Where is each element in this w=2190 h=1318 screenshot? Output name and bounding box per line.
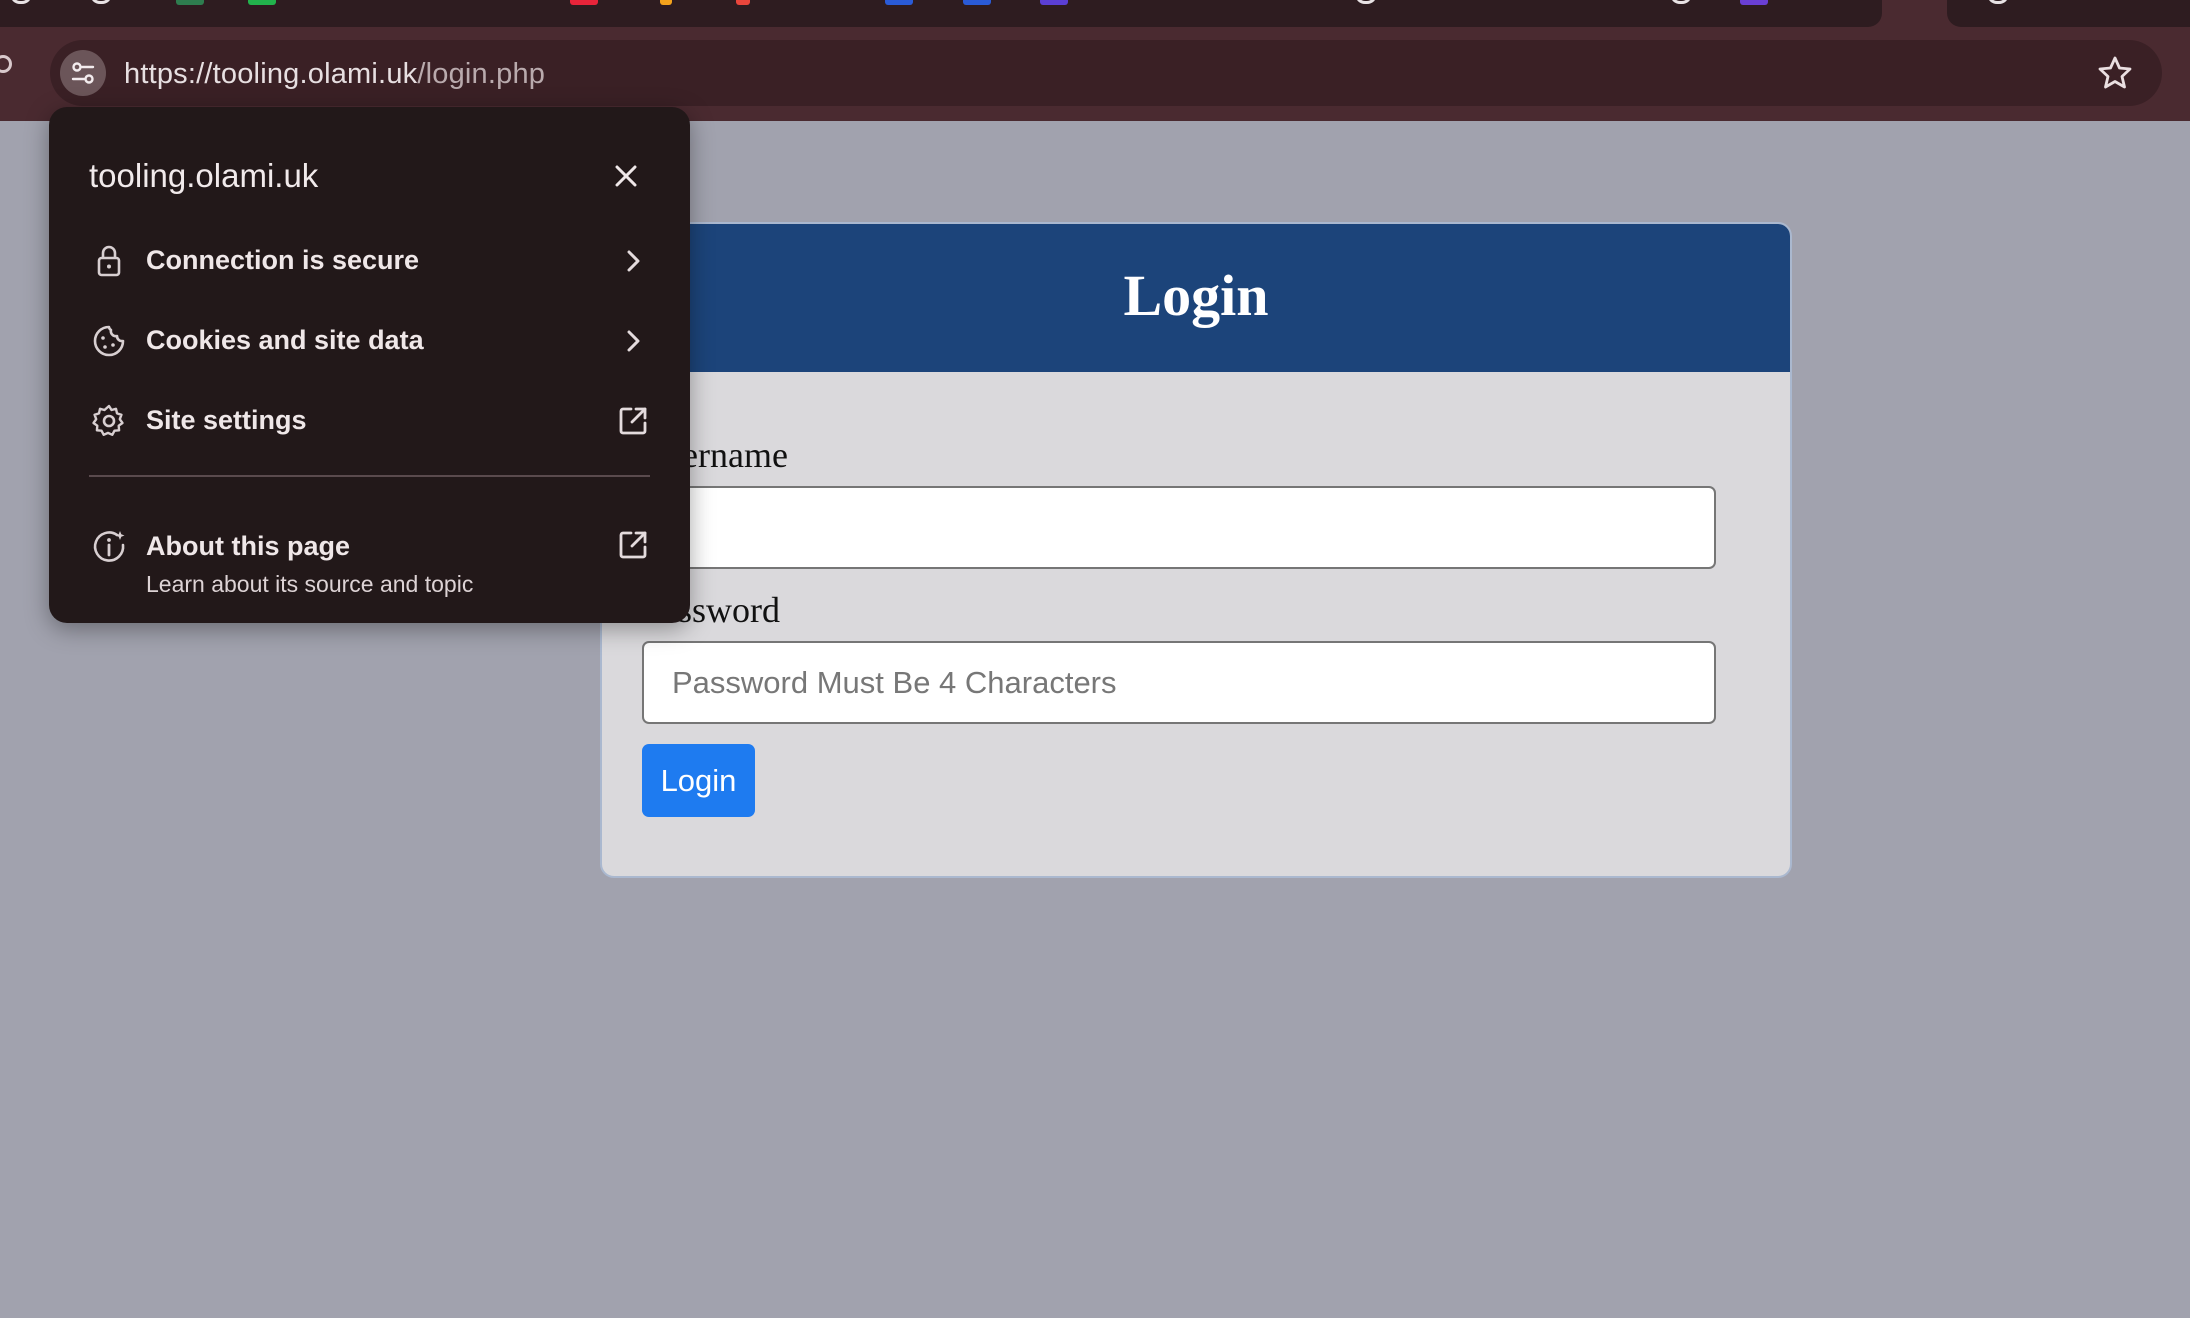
connection-secure-label: Connection is secure	[146, 245, 420, 275]
tab-strip-main	[0, 0, 1882, 27]
tab-favicon-icon[interactable]	[90, 0, 112, 4]
tune-icon	[71, 62, 95, 84]
url-path: /login.php	[417, 58, 546, 90]
login-button[interactable]: Login	[642, 744, 755, 817]
about-this-page-row[interactable]: About this page Learn about its source a…	[49, 509, 690, 609]
address-bar[interactable]: https://tooling.olami.uk/login.php	[50, 40, 2162, 106]
login-title: Login	[1123, 263, 1269, 328]
tab-strip-right	[1947, 0, 2190, 27]
cookie-icon	[93, 325, 125, 357]
reload-icon[interactable]	[0, 55, 12, 73]
tab-favicon-icon[interactable]	[1987, 0, 2009, 4]
gear-icon	[92, 404, 124, 436]
tab-favicon-icon[interactable]	[176, 0, 204, 5]
tab-favicon-icon[interactable]	[660, 0, 672, 5]
bookmark-star-icon[interactable]	[2096, 54, 2134, 92]
popup-domain: tooling.olami.uk	[89, 157, 319, 194]
url-text[interactable]: https://tooling.olami.uk/login.php	[124, 58, 545, 91]
tab-favicon-icon[interactable]	[885, 0, 913, 5]
tab-favicon-icon[interactable]	[1740, 0, 1768, 5]
about-this-page-label: About this page	[146, 531, 350, 561]
tab-favicon-icon[interactable]	[570, 0, 598, 5]
external-link-icon	[619, 407, 647, 435]
tab-favicon-icon[interactable]	[963, 0, 991, 5]
tab-favicon-icon[interactable]	[10, 0, 32, 4]
tab-favicon-icon[interactable]	[248, 0, 276, 5]
tab-strip	[0, 0, 2190, 27]
tab-favicon-icon[interactable]	[1670, 0, 1692, 4]
tab-favicon-icon[interactable]	[736, 0, 750, 5]
url-host: https://tooling.olami.uk	[124, 58, 418, 90]
password-input[interactable]	[642, 641, 1716, 724]
external-link-icon	[619, 531, 647, 559]
cookies-site-data-label: Cookies and site data	[146, 325, 424, 355]
chevron-right-icon	[627, 330, 640, 352]
site-settings-row[interactable]: Site settings	[49, 381, 690, 459]
username-input[interactable]	[642, 486, 1716, 569]
connection-secure-row[interactable]: Connection is secure	[49, 221, 690, 299]
tab-favicon-icon[interactable]	[1355, 0, 1377, 4]
close-icon[interactable]	[611, 161, 641, 191]
login-card: Login Username Password Login	[600, 222, 1792, 878]
lock-icon	[97, 245, 121, 277]
site-settings-label: Site settings	[146, 405, 307, 435]
tab-favicon-icon[interactable]	[1040, 0, 1068, 5]
popup-divider	[89, 475, 650, 477]
cookies-site-data-row[interactable]: Cookies and site data	[49, 301, 690, 379]
about-this-page-sublabel: Learn about its source and topic	[146, 571, 474, 597]
site-info-button[interactable]	[60, 50, 106, 96]
login-header: Login	[602, 224, 1790, 372]
site-info-popup: tooling.olami.uk Connection is secure Co…	[49, 107, 690, 623]
chevron-right-icon	[627, 250, 640, 272]
info-sparkle-icon	[93, 531, 125, 562]
